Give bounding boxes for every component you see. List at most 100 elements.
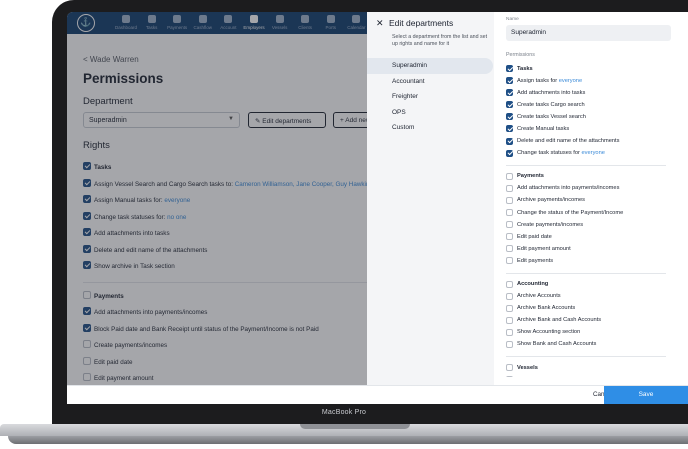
permission-row: Add attachments into tasks — [506, 89, 676, 101]
close-icon[interactable]: ✕ — [376, 18, 384, 29]
permission-row: Archive payments/incomes — [506, 196, 676, 209]
permission-label: Create tasks Cargo search — [517, 102, 585, 108]
permission-checkbox[interactable] — [506, 221, 513, 229]
permission-checkbox[interactable] — [506, 89, 513, 97]
edit-departments-drawer-form: Name Superadmin Permissions Tasks Assign … — [494, 12, 688, 404]
department-item-superadmin[interactable]: Superadmin — [367, 58, 493, 74]
department-item-custom[interactable]: Custom — [367, 120, 494, 136]
permission-text: Assign tasks for — [517, 77, 559, 84]
permission-checkbox[interactable] — [506, 304, 513, 312]
permission-label: Show Bank and Cash Accounts — [517, 341, 596, 347]
permission-row: Add attachments into payments/incomes — [506, 184, 676, 197]
permission-row: Archive Bank and Cash Accounts — [506, 316, 676, 329]
permission-group-row: Vessels — [506, 364, 676, 376]
modal-backdrop[interactable] — [67, 12, 367, 404]
permission-checkbox[interactable] — [506, 209, 513, 217]
permission-row: Create tasks Vessel search — [506, 113, 676, 125]
permission-checkbox[interactable] — [506, 257, 513, 265]
permissions-list: Tasks Assign tasks for everyone Add attach… — [506, 65, 676, 377]
permission-assignees-link[interactable]: everyone — [559, 78, 582, 84]
permission-checkbox[interactable] — [506, 196, 513, 204]
permission-checkbox[interactable] — [506, 233, 513, 241]
permission-text: Create payments/incomes — [517, 221, 584, 228]
permission-row: Create Manual tasks — [506, 125, 676, 137]
permission-text: Create tasks Cargo search — [517, 101, 585, 108]
permission-text: Show Accounting section — [517, 329, 581, 336]
permission-label: Archive Bank Accounts — [517, 305, 575, 311]
permission-checkbox[interactable] — [506, 328, 513, 336]
permission-row: Edit payment amount — [506, 245, 676, 257]
permission-text: Tasks — [517, 65, 533, 72]
permission-text: Add attachments into tasks — [517, 89, 586, 96]
group-checkbox[interactable] — [506, 65, 513, 72]
department-item-accountant[interactable]: Accountant — [367, 74, 494, 90]
department-item-ops[interactable]: OPS — [367, 105, 494, 121]
permission-label: Payments — [517, 173, 544, 179]
edit-departments-drawer-sidebar: ✕ Edit departments Select a department f… — [367, 12, 494, 404]
section-divider — [506, 164, 666, 166]
permission-row: Edit payments — [506, 257, 676, 269]
group-checkbox[interactable] — [506, 364, 513, 372]
group-checkbox[interactable] — [506, 280, 513, 288]
permission-checkbox[interactable] — [506, 376, 513, 377]
permission-checkbox[interactable] — [506, 77, 513, 85]
permission-row: Delete and edit name of the attachments — [506, 137, 676, 150]
permission-text: Archive Bank Accounts — [517, 305, 576, 312]
permission-row: Archive Bank Accounts — [506, 304, 676, 317]
permission-label: Archive payments/incomes — [517, 197, 585, 203]
permission-text: Delete and edit name of the attachments — [517, 138, 620, 145]
permission-checkbox[interactable] — [506, 316, 513, 324]
permission-row: Create tasks Cargo search — [506, 101, 676, 113]
name-label: Name — [506, 17, 519, 22]
permission-label: Edit payment amount — [517, 246, 571, 252]
department-item-freighter[interactable]: Freighter — [367, 89, 494, 105]
permission-label: Create tasks Vessel search — [517, 114, 586, 120]
permission-row: Edit paid date — [506, 233, 676, 245]
permission-checkbox[interactable] — [506, 101, 513, 109]
department-name-input[interactable]: Superadmin — [506, 25, 671, 41]
permission-label: Archive Accounts — [517, 293, 561, 299]
permission-label: Archive Bank and Cash Accounts — [517, 317, 601, 323]
permission-label: Change task statuses for everyone — [517, 150, 605, 156]
permission-text: Change task statuses for — [517, 150, 582, 157]
permission-label: Edit paid date — [517, 234, 552, 240]
permission-checkbox[interactable] — [506, 340, 513, 348]
permission-label: Create payments/incomes — [517, 222, 583, 228]
permission-checkbox[interactable] — [506, 149, 513, 157]
permission-checkbox[interactable] — [506, 184, 513, 192]
permission-checkbox[interactable] — [506, 292, 513, 300]
laptop-notch — [300, 424, 410, 429]
permission-text: Accounting — [517, 281, 549, 287]
permission-label: Tasks — [517, 66, 533, 72]
laptop-base — [0, 424, 688, 449]
drawer-title: Edit departments — [389, 18, 454, 28]
permission-label: Vessels — [517, 365, 538, 371]
permission-text: Archive Accounts — [517, 293, 561, 300]
permission-text: Archive payments/incomes — [517, 197, 585, 204]
permission-label: Create Manual tasks — [517, 126, 569, 132]
permission-checkbox[interactable] — [506, 245, 513, 253]
screen: ⚓ Dashboard Tasks Payments Cashflow Account E… — [67, 12, 688, 404]
permission-row: Show Accounts in all operations — [506, 376, 676, 377]
permission-text: Edit payment amount — [517, 245, 571, 252]
permission-row: Archive Accounts — [506, 292, 676, 305]
permission-label: Add attachments into tasks — [517, 90, 585, 96]
permission-label: Show Accounting section — [517, 329, 580, 335]
permission-checkbox[interactable] — [506, 137, 513, 145]
permission-text: Edit payments — [517, 257, 554, 264]
permission-checkbox[interactable] — [506, 113, 513, 121]
permission-label: Accounting — [517, 281, 548, 287]
permission-label: Change the status of the Payment/Income — [517, 210, 623, 216]
save-button[interactable]: Save — [604, 386, 688, 404]
permission-assignees-link[interactable]: everyone — [582, 150, 605, 156]
permission-text: Payments — [517, 173, 544, 180]
permission-text: Show Bank and Cash Accounts — [517, 341, 597, 348]
permission-label: Assign tasks for everyone — [517, 78, 582, 84]
permission-group-row: Accounting — [506, 280, 676, 293]
section-divider — [506, 272, 666, 274]
permission-row: Assign tasks for everyone — [506, 77, 676, 89]
group-checkbox[interactable] — [506, 172, 513, 180]
permission-text: Archive Bank and Cash Accounts — [517, 317, 602, 324]
permission-checkbox[interactable] — [506, 125, 513, 133]
permission-text: Vessels — [517, 364, 538, 371]
